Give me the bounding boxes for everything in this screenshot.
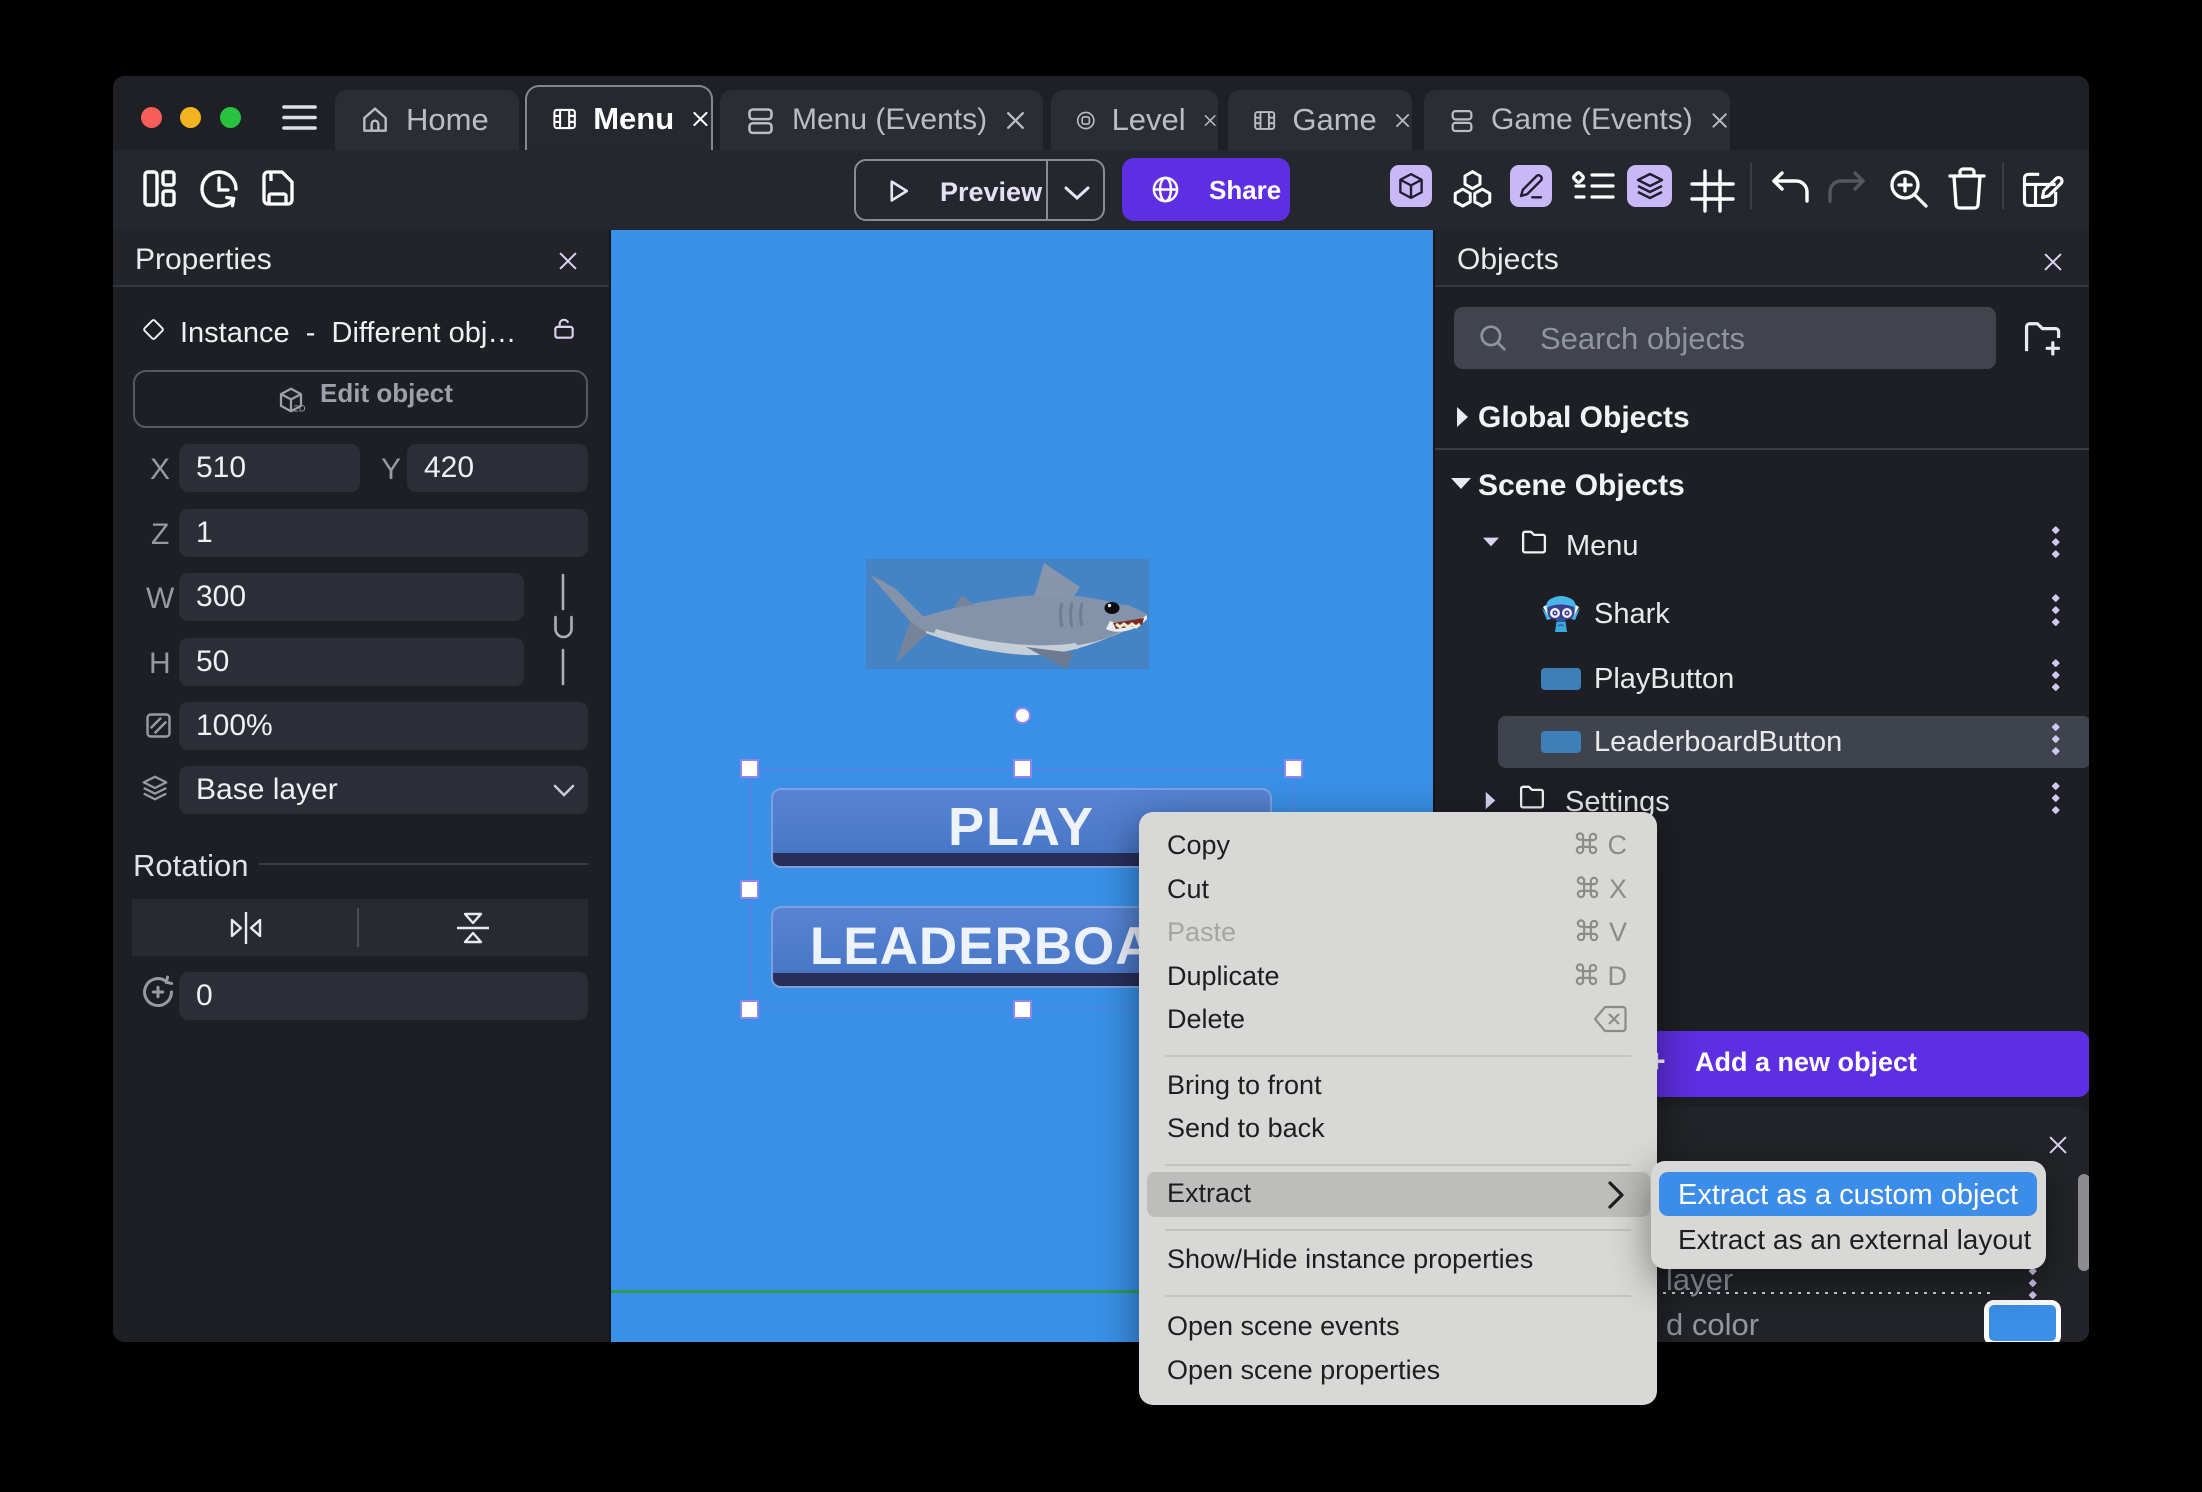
svg-text:2D: 2D (294, 403, 306, 413)
